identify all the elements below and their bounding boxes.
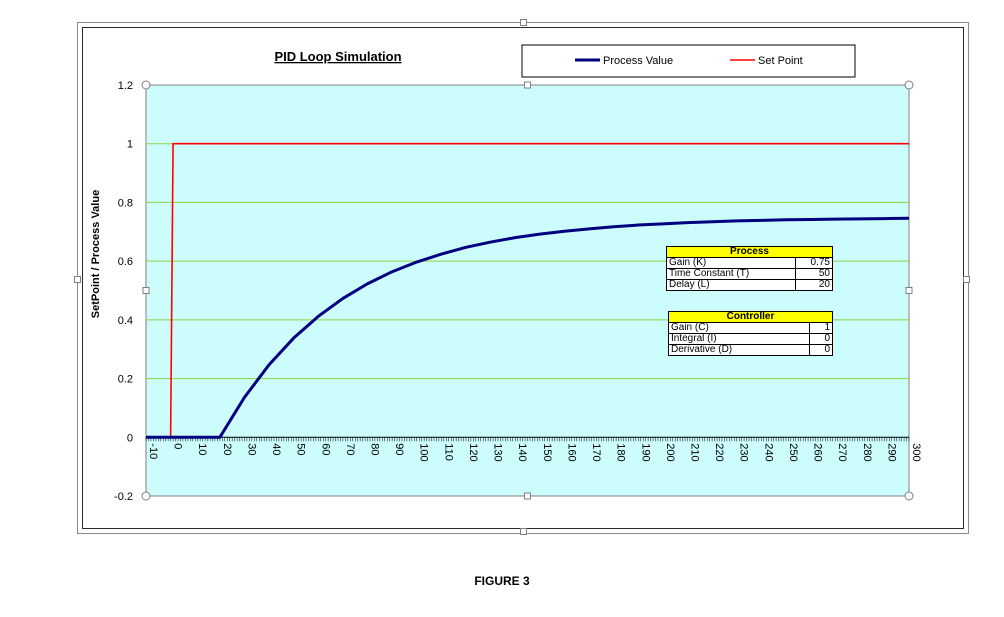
x-tick-label: 220 xyxy=(713,443,725,461)
x-tick-label: 100 xyxy=(418,443,430,461)
x-tick-label: 30 xyxy=(245,443,257,455)
controller-derivative-label: Derivative (D) xyxy=(667,344,811,356)
x-tick-label: 80 xyxy=(369,443,381,455)
x-tick-label: 300 xyxy=(910,443,922,461)
table-row: Derivative (D) 0 xyxy=(667,344,833,356)
x-tick-label: 160 xyxy=(565,443,577,461)
x-tick-label: 250 xyxy=(787,443,799,461)
y-tick-labels: -0.2 0 0.2 0.4 0.6 0.8 1 1.2 xyxy=(114,80,133,503)
x-tick-label: -10 xyxy=(147,443,159,459)
plot-area-handle xyxy=(142,287,150,294)
legend-process-value-label: Process Value xyxy=(603,55,673,67)
legend-box xyxy=(521,44,856,78)
x-tick-label: 20 xyxy=(221,443,233,455)
table-row: Time Constant (T) 50 xyxy=(666,268,834,280)
plot-area-handle xyxy=(904,80,914,90)
process-table-title: Process xyxy=(666,246,833,258)
process-gain-value: 0.75 xyxy=(794,257,834,269)
legend: Process Value Set Point xyxy=(521,44,856,78)
process-delay-label: Delay (L) xyxy=(666,279,796,291)
y-tick-label: 0 xyxy=(127,432,133,444)
y-tick-label: 1.2 xyxy=(118,80,133,92)
x-tick-label: 70 xyxy=(344,443,356,455)
y-tick-label: -0.2 xyxy=(114,491,133,503)
x-tick-label: 90 xyxy=(393,443,405,455)
x-tick-label: 0 xyxy=(172,443,184,449)
process-gain-label: Gain (K) xyxy=(666,257,796,269)
plot-area-handle xyxy=(524,492,531,500)
controller-integral-label: Integral (I) xyxy=(667,333,811,345)
y-tick-label: 0.6 xyxy=(118,256,133,268)
table-row: Delay (L) 20 xyxy=(666,279,834,291)
controller-table: Controller Gain (C) 1 Integral (I) 0 Der… xyxy=(667,311,833,356)
x-tick-label: 40 xyxy=(270,443,282,455)
x-tick-label: 240 xyxy=(762,443,774,461)
x-tick-label: 140 xyxy=(516,443,528,461)
x-tick-label: 50 xyxy=(295,443,307,455)
x-tick-label: 120 xyxy=(467,443,479,461)
table-row: Gain (C) 1 xyxy=(667,322,833,334)
process-time-constant-label: Time Constant (T) xyxy=(666,268,796,280)
process-delay-value: 20 xyxy=(794,279,834,291)
x-tick-label: 170 xyxy=(590,443,602,461)
controller-integral-value: 0 xyxy=(809,333,833,345)
plot-area-handle xyxy=(905,287,913,294)
x-tick-label: 10 xyxy=(196,443,208,455)
y-axis-label: SetPoint / Process Value xyxy=(90,190,102,318)
x-tick-label: 200 xyxy=(664,443,676,461)
x-tick-label: 190 xyxy=(639,443,651,461)
x-tick-label: 130 xyxy=(492,443,504,461)
x-tick-label: 230 xyxy=(738,443,750,461)
y-tick-label: 1 xyxy=(127,139,133,151)
plot-area-handle xyxy=(141,80,151,90)
y-tick-label: 0.2 xyxy=(118,374,133,386)
x-tick-label: 210 xyxy=(688,443,700,461)
x-tick-label: 270 xyxy=(836,443,848,461)
controller-gain-label: Gain (C) xyxy=(667,322,811,334)
legend-set-point-label: Set Point xyxy=(758,55,803,67)
y-tick-label: 0.8 xyxy=(118,197,133,209)
pid-chart: PID Loop Simulation Process Value Set Po… xyxy=(90,44,922,503)
process-table: Process Gain (K) 0.75 Time Constant (T) … xyxy=(666,246,834,291)
plot-area-handle xyxy=(524,81,531,89)
plot-area-handle xyxy=(141,491,151,501)
x-tick-label: 60 xyxy=(319,443,331,455)
table-row: Gain (K) 0.75 xyxy=(666,257,834,269)
x-tick-label: 150 xyxy=(541,443,553,461)
chart-title: PID Loop Simulation xyxy=(274,49,401,64)
controller-table-title: Controller xyxy=(668,311,833,323)
y-tick-label: 0.4 xyxy=(118,315,133,327)
x-tick-label: 290 xyxy=(885,443,897,461)
process-time-constant-value: 50 xyxy=(794,268,834,280)
x-tick-label: 110 xyxy=(442,443,454,461)
x-tick-label: 180 xyxy=(615,443,627,461)
x-tick-label: 280 xyxy=(861,443,873,461)
x-tick-label: 260 xyxy=(812,443,824,461)
figure-caption: FIGURE 3 xyxy=(474,574,530,588)
table-row: Integral (I) 0 xyxy=(667,333,833,345)
controller-gain-value: 1 xyxy=(809,322,833,334)
plot-area-handle xyxy=(904,491,914,501)
controller-derivative-value: 0 xyxy=(809,344,833,356)
